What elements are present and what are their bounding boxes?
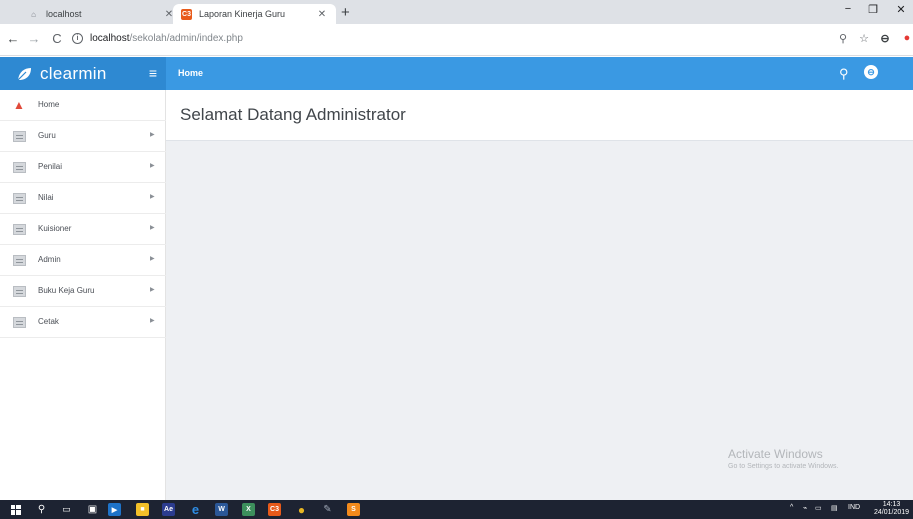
site-info-icon[interactable]: i (72, 33, 83, 44)
app-favicon-icon: C3 (181, 8, 192, 20)
url-field[interactable]: localhost/sekolah/admin/index.php (90, 33, 243, 44)
store-icon[interactable]: ▣ (86, 503, 99, 516)
activate-windows-watermark: Activate Windows Go to Settings to activ… (728, 447, 839, 470)
sidebar-item-label: Nilai (38, 193, 54, 202)
watermark-subtitle: Go to Settings to activate Windows. (728, 463, 839, 470)
sidebar-item-label: Kuisioner (38, 224, 72, 233)
sidebar-item-kuisioner[interactable]: Kuisioner ▶ (0, 214, 166, 245)
watermark-title: Activate Windows (728, 447, 823, 461)
tab-localhost[interactable]: ⌂ localhost ✕ (20, 4, 183, 24)
chevron-right-icon: ▶ (150, 256, 155, 262)
back-button[interactable]: ← (5, 31, 21, 47)
chevron-right-icon: ▶ (150, 287, 155, 293)
sidebar-item-cetak[interactable]: Cetak ▶ (0, 307, 166, 338)
sidebar-item-label: Buku Keja Guru (38, 286, 95, 295)
sidebar-item-buku-keja-guru[interactable]: Buku Keja Guru ▶ (0, 276, 166, 307)
sidebar: ▲ Home Guru ▶ Penilai ▶ Nilai ▶ Kuisione… (0, 90, 166, 500)
edge-browser-icon[interactable]: e (189, 502, 202, 517)
tray-chevron-icon[interactable]: ^ (790, 504, 793, 511)
main-content: Selamat Datang Administrator Activate Wi… (166, 90, 913, 500)
home-icon: ▲ (13, 98, 25, 112)
word-icon[interactable]: W (215, 503, 228, 516)
notification-icon[interactable]: ▤ (831, 504, 838, 512)
search-icon[interactable]: ⚲ (35, 503, 48, 516)
document-icon (13, 255, 26, 266)
menu-toggle-button[interactable]: ≡ (149, 65, 157, 81)
tab-laporan-kinerja-guru[interactable]: C3 Laporan Kinerja Guru ✕ (173, 4, 336, 24)
sidebar-item-home[interactable]: ▲ Home (0, 90, 166, 121)
document-icon (13, 193, 26, 204)
sidebar-item-penilai[interactable]: Penilai ▶ (0, 152, 166, 183)
zoom-icon[interactable]: ⚲ (836, 32, 850, 45)
tab-title: localhost (46, 9, 82, 19)
forward-button[interactable]: → (26, 31, 42, 47)
battery-icon[interactable]: ▭ (815, 504, 822, 512)
language-indicator[interactable]: IND (848, 504, 860, 511)
folder-icon: ⌂ (31, 9, 36, 19)
bookmark-star-icon[interactable]: ☆ (857, 32, 871, 45)
sidebar-item-label: Admin (38, 255, 61, 264)
media-app-icon[interactable]: ▶ (108, 503, 121, 516)
extension-icon[interactable]: ● (900, 32, 913, 44)
xampp-icon[interactable]: C3 (268, 503, 281, 516)
sidebar-item-label: Home (38, 100, 60, 109)
window-maximize-button[interactable]: ❐ (863, 3, 883, 16)
network-icon[interactable]: ⌁ (803, 504, 807, 512)
search-icon[interactable]: ⚲ (839, 66, 849, 82)
sidebar-item-guru[interactable]: Guru ▶ (0, 121, 166, 152)
browser-address-bar: ← → C i localhost/sekolah/admin/index.ph… (0, 24, 913, 56)
excel-icon[interactable]: X (242, 503, 255, 516)
new-tab-button[interactable]: + (341, 4, 350, 22)
brand-name: clearmin (40, 63, 107, 83)
file-explorer-icon[interactable]: ■ (136, 503, 149, 516)
browser-tab-bar: ⌂ localhost ✕ C3 Laporan Kinerja Guru ✕ … (0, 0, 913, 24)
reload-button[interactable]: C (49, 31, 65, 47)
clock-time: 14:13 (882, 501, 901, 508)
sidebar-item-admin[interactable]: Admin ▶ (0, 245, 166, 276)
chrome-icon[interactable]: ● (295, 503, 308, 517)
chevron-right-icon: ▶ (150, 163, 155, 169)
document-icon (13, 224, 26, 235)
tool-app-icon[interactable]: ✎ (321, 503, 334, 516)
tab-close-icon[interactable]: ✕ (316, 9, 328, 20)
tab-title: Laporan Kinerja Guru (199, 9, 286, 19)
welcome-panel: Selamat Datang Administrator (166, 90, 913, 141)
clock-date: 24/01/2019 (874, 509, 910, 516)
brand-header: clearmin ≡ (0, 57, 166, 90)
chevron-right-icon: ▶ (150, 132, 155, 138)
windows-taskbar: ⚲ ▭ ▣ ▶ ■ Ae e W X C3 ● ✎ S ^ ⌁ ▭ ▤ IND … (0, 500, 913, 519)
windows-start-icon[interactable] (9, 503, 22, 516)
leaf-logo-icon (17, 67, 31, 80)
top-navbar: Home ⚲ ⊖ (166, 57, 913, 90)
breadcrumb[interactable]: Home (178, 68, 203, 78)
sidebar-item-nilai[interactable]: Nilai ▶ (0, 183, 166, 214)
sidebar-item-label: Cetak (38, 317, 59, 326)
url-path: /sekolah/admin/index.php (129, 33, 243, 44)
sublime-icon[interactable]: S (347, 503, 360, 516)
chevron-right-icon: ▶ (150, 194, 155, 200)
url-host: localhost (90, 33, 130, 44)
sidebar-item-label: Penilai (38, 162, 63, 171)
document-icon (13, 286, 26, 297)
task-view-icon[interactable]: ▭ (60, 503, 73, 516)
sidebar-item-label: Guru (38, 131, 56, 140)
window-minimize-button[interactable]: − (838, 3, 858, 15)
page-title: Selamat Datang Administrator (180, 105, 406, 124)
document-icon (13, 317, 26, 328)
document-icon (13, 162, 26, 173)
window-close-button[interactable]: ✕ (891, 3, 911, 16)
document-icon (13, 131, 26, 142)
chevron-right-icon: ▶ (150, 225, 155, 231)
clock[interactable]: 14:13 24/01/2019 (874, 501, 909, 517)
user-account-icon[interactable]: ⊖ (864, 65, 878, 79)
adobe-app-icon[interactable]: Ae (162, 503, 175, 516)
chevron-right-icon: ▶ (150, 318, 155, 324)
browser-account-icon[interactable]: ⊖ (878, 32, 892, 45)
